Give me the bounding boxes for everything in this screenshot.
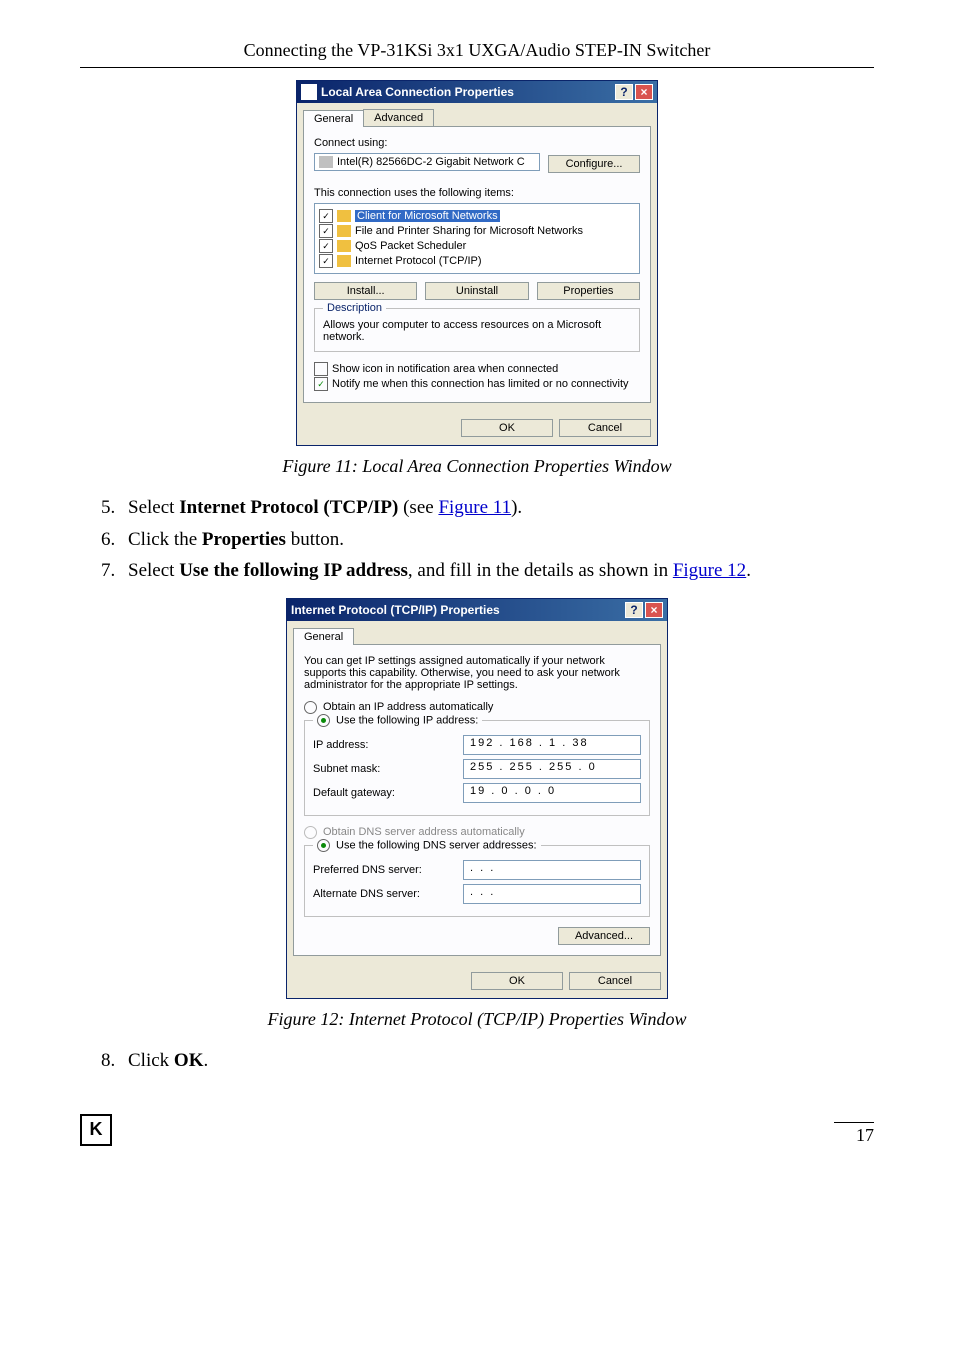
item-label: File and Printer Sharing for Microsoft N…	[355, 225, 583, 237]
gateway-label: Default gateway:	[313, 787, 463, 799]
gateway-input[interactable]: 19 . 0 . 0 . 0	[463, 783, 641, 803]
item-label: Internet Protocol (TCP/IP)	[355, 255, 482, 267]
description-title: Description	[323, 302, 386, 314]
step-5: Select Internet Protocol (TCP/IP) (see F…	[120, 495, 874, 521]
brand-logo: K	[80, 1114, 112, 1146]
ok-button[interactable]: OK	[471, 972, 563, 990]
ip-label: IP address:	[313, 739, 463, 751]
figure-11-caption: Figure 11: Local Area Connection Propert…	[80, 456, 874, 477]
obtain-dns-radio-row: Obtain DNS server address automatically	[304, 826, 650, 839]
properties-button[interactable]: Properties	[537, 282, 640, 300]
adapter-field[interactable]: Intel(R) 82566DC-2 Gigabit Network C	[314, 153, 540, 171]
checkbox[interactable]	[319, 209, 333, 223]
figure-12-link[interactable]: Figure 12	[673, 560, 746, 581]
page-number-area: 17	[834, 1122, 874, 1146]
use-dns-radio[interactable]	[317, 839, 330, 852]
uses-items-label: This connection uses the following items…	[314, 187, 640, 199]
step-8: Click OK.	[120, 1048, 874, 1074]
tab-general[interactable]: General	[303, 110, 364, 127]
alt-dns-input[interactable]: . . .	[463, 884, 641, 904]
qos-icon	[337, 240, 351, 252]
cancel-button[interactable]: Cancel	[559, 419, 651, 437]
lan-properties-dialog: ⇄ Local Area Connection Properties ? × G…	[296, 80, 658, 446]
item-label: Client for Microsoft Networks	[355, 210, 500, 222]
checkbox[interactable]	[319, 224, 333, 238]
figure-12-container: Internet Protocol (TCP/IP) Properties ? …	[80, 598, 874, 999]
show-icon-row[interactable]: Show icon in notification area when conn…	[314, 362, 640, 376]
ip-group: Use the following IP address: IP address…	[304, 720, 650, 816]
checkbox[interactable]	[314, 377, 328, 391]
obtain-ip-radio-row[interactable]: Obtain an IP address automatically	[304, 701, 650, 714]
ip-input[interactable]: 192 . 168 . 1 . 38	[463, 735, 641, 755]
close-button[interactable]: ×	[635, 84, 653, 100]
close-button[interactable]: ×	[645, 602, 663, 618]
use-ip-label: Use the following IP address:	[336, 714, 478, 726]
figure-12-caption: Figure 12: Internet Protocol (TCP/IP) Pr…	[80, 1009, 874, 1030]
description-text: Allows your computer to access resources…	[323, 319, 631, 343]
page-header: Connecting the VP-31KSi 3x1 UXGA/Audio S…	[80, 40, 874, 68]
connect-using-label: Connect using:	[314, 137, 640, 149]
configure-button[interactable]: Configure...	[548, 155, 640, 173]
list-item[interactable]: File and Printer Sharing for Microsoft N…	[319, 224, 635, 238]
show-icon-label: Show icon in notification area when conn…	[332, 363, 558, 375]
item-label: QoS Packet Scheduler	[355, 240, 466, 252]
figure-11-container: ⇄ Local Area Connection Properties ? × G…	[80, 80, 874, 446]
figure-11-link[interactable]: Figure 11	[438, 497, 511, 518]
titlebar: ⇄ Local Area Connection Properties ? ×	[297, 81, 657, 103]
alt-dns-label: Alternate DNS server:	[313, 888, 463, 900]
tcpip-icon	[337, 255, 351, 267]
connection-icon: ⇄	[301, 84, 317, 100]
notify-row[interactable]: Notify me when this connection has limit…	[314, 377, 640, 391]
list-item[interactable]: Internet Protocol (TCP/IP)	[319, 254, 635, 268]
checkbox[interactable]	[319, 254, 333, 268]
list-item[interactable]: Client for Microsoft Networks	[319, 209, 635, 223]
intro-text: You can get IP settings assigned automat…	[304, 655, 650, 691]
sharing-icon	[337, 225, 351, 237]
help-button[interactable]: ?	[625, 602, 643, 618]
tab-general[interactable]: General	[293, 628, 354, 645]
page-number: 17	[834, 1122, 874, 1146]
items-list[interactable]: Client for Microsoft Networks File and P…	[314, 203, 640, 274]
list-item[interactable]: QoS Packet Scheduler	[319, 239, 635, 253]
pref-dns-input[interactable]: . . .	[463, 860, 641, 880]
adapter-name: Intel(R) 82566DC-2 Gigabit Network C	[337, 156, 525, 168]
client-icon	[337, 210, 351, 222]
step-6: Click the Properties button.	[120, 527, 874, 553]
radio	[304, 826, 317, 839]
radio[interactable]	[304, 701, 317, 714]
checkbox[interactable]	[314, 362, 328, 376]
description-group: Description Allows your computer to acce…	[314, 308, 640, 352]
tcpip-properties-dialog: Internet Protocol (TCP/IP) Properties ? …	[286, 598, 668, 999]
dialog-title: Local Area Connection Properties	[321, 85, 613, 99]
checkbox[interactable]	[319, 239, 333, 253]
mask-input[interactable]: 255 . 255 . 255 . 0	[463, 759, 641, 779]
obtain-dns-label: Obtain DNS server address automatically	[323, 826, 525, 838]
uninstall-button[interactable]: Uninstall	[425, 282, 528, 300]
step-7: Select Use the following IP address, and…	[120, 558, 874, 584]
dns-group: Use the following DNS server addresses: …	[304, 845, 650, 917]
tab-advanced[interactable]: Advanced	[363, 109, 434, 126]
pref-dns-label: Preferred DNS server:	[313, 864, 463, 876]
notify-label: Notify me when this connection has limit…	[332, 378, 629, 390]
help-button[interactable]: ?	[615, 84, 633, 100]
obtain-ip-label: Obtain an IP address automatically	[323, 701, 493, 713]
install-button[interactable]: Install...	[314, 282, 417, 300]
use-dns-label: Use the following DNS server addresses:	[336, 839, 537, 851]
adapter-icon	[319, 156, 333, 168]
advanced-button[interactable]: Advanced...	[558, 927, 650, 945]
titlebar: Internet Protocol (TCP/IP) Properties ? …	[287, 599, 667, 621]
dialog-title: Internet Protocol (TCP/IP) Properties	[291, 603, 623, 617]
ok-button[interactable]: OK	[461, 419, 553, 437]
use-ip-radio[interactable]	[317, 714, 330, 727]
cancel-button[interactable]: Cancel	[569, 972, 661, 990]
mask-label: Subnet mask:	[313, 763, 463, 775]
